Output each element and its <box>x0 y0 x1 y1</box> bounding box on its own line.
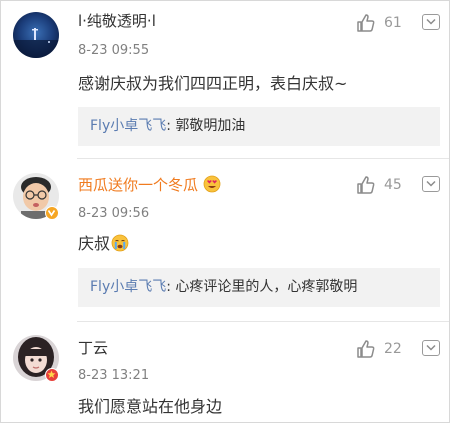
divider <box>77 321 449 322</box>
username-text: 西瓜送你一个冬瓜 <box>78 176 199 194</box>
reply-box[interactable]: Fly小卓飞飞: 心疼评论里的人，心疼郭敬明 <box>78 268 440 307</box>
reply-text: 心疼评论里的人，心疼郭敬明 <box>175 279 358 295</box>
timestamp: 8-23 09:55 <box>78 43 150 58</box>
like-count: 45 <box>384 177 402 193</box>
red-star-badge <box>45 368 59 382</box>
thumbs-up-icon[interactable] <box>356 175 376 195</box>
comment-list: l·纯敬透明·l 8-23 09:55 61 感谢庆叔为我们四四正明，表白庆叔~… <box>0 0 450 423</box>
thumbs-up-icon[interactable] <box>356 13 376 33</box>
like-count: 22 <box>384 341 402 357</box>
comment-text: 我们愿意站在他身边 <box>78 397 223 416</box>
orange-v-badge <box>45 206 59 220</box>
comment-text: 感谢庆叔为我们四四正明，表白庆叔~ <box>78 74 348 93</box>
username[interactable]: l·纯敬透明·l <box>78 12 156 30</box>
like-count: 61 <box>384 15 402 31</box>
thumbs-up-icon[interactable] <box>356 339 376 359</box>
reply-box[interactable]: Fly小卓飞飞: 郭敬明加油 <box>78 107 440 146</box>
timestamp: 8-23 09:56 <box>78 206 150 221</box>
reply-username[interactable]: Fly小卓飞飞 <box>90 118 166 134</box>
timestamp: 8-23 13:21 <box>78 368 150 383</box>
avatar[interactable] <box>13 12 59 58</box>
reply-username[interactable]: Fly小卓飞飞 <box>90 279 166 295</box>
divider <box>77 158 449 159</box>
comment-text-body: 庆叔 <box>78 234 111 253</box>
more-button[interactable] <box>422 340 440 356</box>
more-button[interactable] <box>422 176 440 192</box>
heart-eyes-emoji <box>203 175 221 193</box>
more-button[interactable] <box>422 14 440 30</box>
crying-emoji <box>111 234 129 252</box>
username[interactable]: 西瓜送你一个冬瓜 <box>78 175 221 194</box>
chevron-down-icon <box>426 18 436 25</box>
chevron-down-icon <box>426 180 436 187</box>
comment-text: 庆叔 <box>78 233 129 255</box>
chevron-down-icon <box>426 344 436 351</box>
reply-text: 郭敬明加油 <box>175 118 246 134</box>
username[interactable]: 丁云 <box>78 339 108 357</box>
